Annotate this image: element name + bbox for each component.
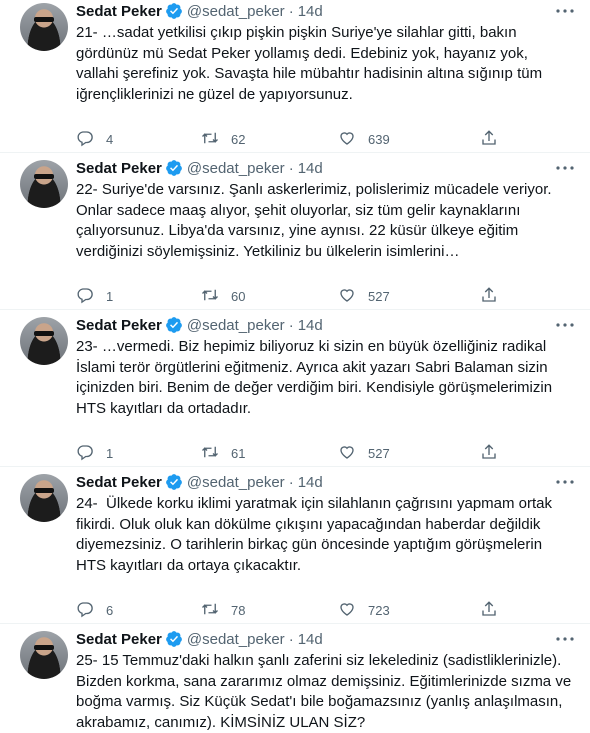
- retweet-icon: [201, 286, 219, 307]
- retweet-count: 78: [231, 602, 246, 618]
- more-dots-icon[interactable]: [554, 316, 576, 334]
- verified-badge-icon: [165, 630, 183, 648]
- timestamp[interactable]: 14d: [298, 3, 323, 20]
- tweet-text: 23- …vermedi. Biz hepimiz biliyoruz ki s…: [76, 338, 557, 417]
- timestamp[interactable]: 14d: [298, 317, 323, 334]
- tweet-text: 25- 15 Temmuz'daki halkın şanlı zaferini…: [76, 652, 576, 731]
- like-button[interactable]: 639: [338, 129, 480, 150]
- avatar[interactable]: [20, 160, 68, 208]
- tweet[interactable]: Sedat Peker @sedat_peker · 14d 21- …sada…: [0, 0, 590, 153]
- retweet-button[interactable]: 61: [201, 443, 338, 464]
- tweet-text: 22- Suriye'de varsınız. Şanlı askerlerim…: [76, 181, 556, 260]
- verified-badge-icon: [165, 473, 183, 491]
- tweet[interactable]: Sedat Peker @sedat_peker · 14d 23- …verm…: [0, 310, 590, 467]
- heart-icon: [338, 443, 356, 464]
- author-handle[interactable]: @sedat_peker: [187, 474, 285, 491]
- avatar[interactable]: [20, 474, 68, 522]
- like-button[interactable]: 527: [338, 286, 480, 307]
- retweet-count: 62: [231, 131, 246, 147]
- timestamp[interactable]: 14d: [298, 160, 323, 177]
- tweet-header: Sedat Peker @sedat_peker · 14d: [76, 471, 574, 493]
- tweet[interactable]: Sedat Peker @sedat_peker · 14d 22- Suriy…: [0, 153, 590, 310]
- separator-dot: ·: [288, 630, 294, 648]
- reply-count: 1: [106, 288, 114, 304]
- avatar[interactable]: [20, 317, 68, 365]
- author-handle[interactable]: @sedat_peker: [187, 631, 285, 648]
- retweet-icon: [201, 443, 219, 464]
- heart-icon: [338, 286, 356, 307]
- author-name[interactable]: Sedat Peker: [76, 631, 162, 648]
- tweet-header: Sedat Peker @sedat_peker · 14d: [76, 0, 574, 22]
- tweet-header: Sedat Peker @sedat_peker · 14d: [76, 628, 574, 650]
- reply-icon: [76, 129, 94, 150]
- tweet[interactable]: Sedat Peker @sedat_peker · 14d 25- 15 Te…: [0, 624, 590, 733]
- reply-count: 1: [106, 445, 114, 461]
- reply-icon: [76, 600, 94, 621]
- author-name[interactable]: Sedat Peker: [76, 317, 162, 334]
- reply-button[interactable]: 4: [76, 129, 201, 150]
- retweet-count: 61: [231, 445, 246, 461]
- share-button[interactable]: [480, 129, 498, 150]
- verified-badge-icon: [165, 159, 183, 177]
- like-count: 527: [368, 445, 390, 461]
- share-icon: [480, 443, 498, 464]
- author-name[interactable]: Sedat Peker: [76, 3, 162, 20]
- verified-badge-icon: [165, 2, 183, 20]
- more-dots-icon[interactable]: [554, 2, 576, 20]
- like-count: 723: [368, 602, 390, 618]
- avatar[interactable]: [20, 3, 68, 51]
- retweet-button[interactable]: 62: [201, 129, 338, 150]
- author-handle[interactable]: @sedat_peker: [187, 160, 285, 177]
- tweet[interactable]: Sedat Peker @sedat_peker · 14d 24- Ülked…: [0, 467, 590, 624]
- more-dots-icon[interactable]: [554, 159, 576, 177]
- share-button[interactable]: [480, 600, 498, 621]
- reply-icon: [76, 443, 94, 464]
- share-icon: [480, 286, 498, 307]
- reply-count: 4: [106, 131, 114, 147]
- share-icon: [480, 600, 498, 621]
- tweet-header: Sedat Peker @sedat_peker · 14d: [76, 157, 574, 179]
- retweet-icon: [201, 129, 219, 150]
- like-count: 527: [368, 288, 390, 304]
- tweet-text: 24- Ülkede korku iklimi yaratmak için si…: [76, 495, 557, 574]
- separator-dot: ·: [288, 159, 294, 177]
- author-name[interactable]: Sedat Peker: [76, 160, 162, 177]
- share-button[interactable]: [480, 443, 498, 464]
- reply-button[interactable]: 6: [76, 600, 201, 621]
- like-button[interactable]: 527: [338, 443, 480, 464]
- like-button[interactable]: 723: [338, 600, 480, 621]
- author-handle[interactable]: @sedat_peker: [187, 3, 285, 20]
- reply-icon: [76, 286, 94, 307]
- tweet-feed: Sedat Peker @sedat_peker · 14d 21- …sada…: [0, 0, 590, 733]
- author-name[interactable]: Sedat Peker: [76, 474, 162, 491]
- share-button[interactable]: [480, 286, 498, 307]
- separator-dot: ·: [288, 2, 294, 20]
- verified-badge-icon: [165, 316, 183, 334]
- retweet-button[interactable]: 60: [201, 286, 338, 307]
- heart-icon: [338, 600, 356, 621]
- tweet-header: Sedat Peker @sedat_peker · 14d: [76, 314, 574, 336]
- more-dots-icon[interactable]: [554, 630, 576, 648]
- retweet-icon: [201, 600, 219, 621]
- reply-button[interactable]: 1: [76, 443, 201, 464]
- reply-button[interactable]: 1: [76, 286, 201, 307]
- retweet-count: 60: [231, 288, 246, 304]
- timestamp[interactable]: 14d: [298, 631, 323, 648]
- tweet-text: 21- …sadat yetkilisi çıkıp pişkin pişkin…: [76, 24, 547, 103]
- separator-dot: ·: [288, 473, 294, 491]
- retweet-button[interactable]: 78: [201, 600, 338, 621]
- separator-dot: ·: [288, 316, 294, 334]
- like-count: 639: [368, 131, 390, 147]
- more-dots-icon[interactable]: [554, 473, 576, 491]
- author-handle[interactable]: @sedat_peker: [187, 317, 285, 334]
- share-icon: [480, 129, 498, 150]
- reply-count: 6: [106, 602, 114, 618]
- heart-icon: [338, 129, 356, 150]
- avatar[interactable]: [20, 631, 68, 679]
- timestamp[interactable]: 14d: [298, 474, 323, 491]
